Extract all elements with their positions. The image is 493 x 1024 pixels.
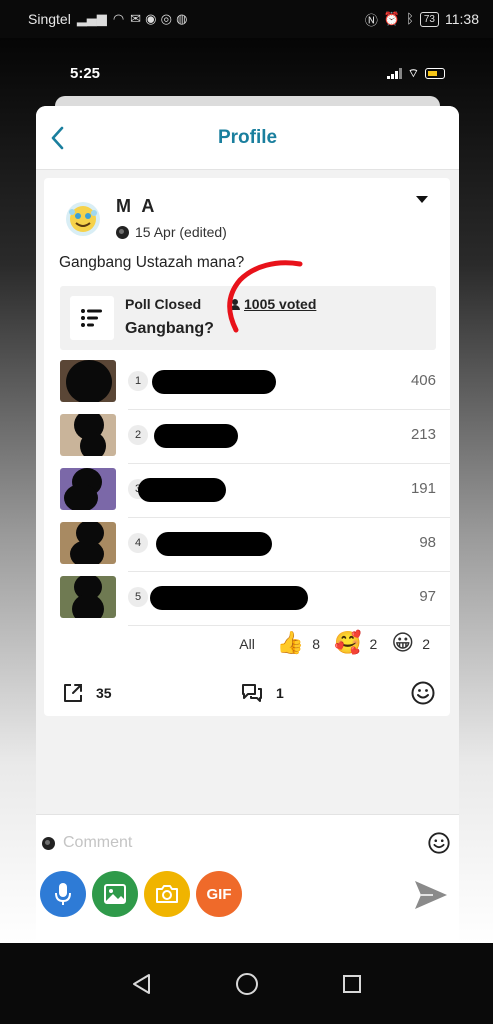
option-thumbnail xyxy=(60,576,116,618)
poll-option-1[interactable]: 1 406 xyxy=(44,356,450,410)
poll-option-4[interactable]: 4 98 xyxy=(44,518,450,572)
option-label-redacted xyxy=(150,586,308,610)
back-button[interactable] xyxy=(42,120,72,156)
nfc-icon: Ⓝ xyxy=(364,13,378,29)
android-status-bar: Singtel ▂▄▆ ◠ ✉ ◉ ◎ ◍ Ⓝ ⏰ ᛒ 73 11:38 xyxy=(0,0,493,38)
option-vote-count: 97 xyxy=(419,588,436,605)
option-label-redacted xyxy=(154,424,238,448)
grin-face-icon: 😀 xyxy=(391,631,415,656)
comment-input[interactable] xyxy=(63,834,427,852)
poll-status: Poll Closed xyxy=(125,296,202,312)
nav-back-icon[interactable] xyxy=(131,973,153,995)
option-thumbnail xyxy=(60,522,116,564)
smiley-icon xyxy=(411,681,435,705)
visibility-globe-icon[interactable] xyxy=(42,836,55,850)
ios-signal-icon xyxy=(386,67,402,79)
author-name[interactable]: M A xyxy=(116,196,157,217)
reactions-bar[interactable]: All 👍 8 🥰 2 😀 2 xyxy=(239,633,436,655)
post-meta: 15 Apr (edited) xyxy=(116,224,227,240)
alarm-icon: ⏰ xyxy=(383,11,401,27)
wifi-icon: ◠ xyxy=(112,11,125,27)
post-header: M A 15 Apr (edited) xyxy=(44,178,450,248)
nav-home-icon[interactable] xyxy=(235,972,259,996)
camera-button[interactable] xyxy=(144,871,190,917)
gif-button[interactable]: GIF xyxy=(196,871,242,917)
notification-icons: ✉ ◉ ◎ ◍ xyxy=(130,11,188,27)
microphone-icon xyxy=(55,883,71,905)
send-icon xyxy=(415,881,447,909)
bluetooth-icon: ᛒ xyxy=(406,11,414,27)
reaction-count: 2 xyxy=(422,636,430,652)
chevron-left-icon xyxy=(51,126,64,150)
voice-button[interactable] xyxy=(40,871,86,917)
share-button[interactable]: 35 xyxy=(62,682,112,704)
option-number: 1 xyxy=(128,371,148,391)
option-thumbnail xyxy=(60,414,116,456)
post-menu-caret-icon[interactable] xyxy=(416,196,428,203)
option-thumbnail xyxy=(60,360,116,402)
post-card: M A 15 Apr (edited) Gangbang Ustazah man… xyxy=(44,178,450,716)
option-number: 4 xyxy=(128,533,148,553)
option-number: 2 xyxy=(128,425,148,445)
poll-option-3[interactable]: 3 191 xyxy=(44,464,450,518)
reactions-all-link[interactable]: All xyxy=(239,636,255,652)
carrier-label: Singtel xyxy=(28,11,71,27)
comments-icon xyxy=(242,684,262,702)
camera-icon xyxy=(156,885,178,903)
page-title: Profile xyxy=(217,126,278,148)
poll-question: Gangbang? xyxy=(125,320,214,337)
post-date: 15 Apr (edited) xyxy=(135,224,227,240)
emoji-picker-icon[interactable] xyxy=(427,831,451,855)
ios-wifi-icon: ⌔ xyxy=(407,65,419,80)
share-icon xyxy=(64,684,82,702)
globe-icon xyxy=(116,225,129,239)
comment-composer: GIF xyxy=(36,814,459,942)
option-label-redacted xyxy=(152,370,276,394)
reaction-count: 8 xyxy=(312,636,321,652)
nav-bar: Profile xyxy=(36,106,459,170)
option-thumbnail xyxy=(60,468,116,510)
comment-count: 1 xyxy=(276,685,284,701)
share-count: 35 xyxy=(96,685,112,701)
ios-clock-label: 5:25 xyxy=(70,64,101,82)
option-label-redacted xyxy=(138,478,226,502)
clock-label: 11:38 xyxy=(445,11,479,27)
poll-list-icon xyxy=(70,296,114,340)
red-annotation-stroke xyxy=(227,260,303,333)
poll-option-2[interactable]: 2 213 xyxy=(44,410,450,464)
send-button[interactable] xyxy=(413,879,449,916)
reaction-count: 2 xyxy=(369,636,378,652)
post-actions: 35 1 xyxy=(44,676,450,716)
image-icon xyxy=(104,884,126,904)
divider xyxy=(128,625,450,626)
comment-row xyxy=(42,829,451,857)
ios-battery-icon xyxy=(425,67,445,79)
option-number: 5 xyxy=(128,587,148,607)
comment-button[interactable]: 1 xyxy=(240,682,284,704)
android-nav-bar xyxy=(0,943,493,1024)
gif-label: GIF xyxy=(206,885,232,903)
battery-indicator: 73 xyxy=(419,11,439,27)
ios-status-bar: 5:25 ⌔ xyxy=(70,60,445,86)
thumbs-up-icon: 👍 xyxy=(276,631,305,656)
option-vote-count: 213 xyxy=(410,426,436,443)
option-vote-count: 191 xyxy=(410,480,436,497)
image-button[interactable] xyxy=(92,871,138,917)
media-buttons: GIF xyxy=(40,871,242,917)
nav-recents-icon[interactable] xyxy=(342,974,362,994)
signal-icon: ▂▄▆ xyxy=(76,11,107,27)
option-vote-count: 98 xyxy=(419,534,436,551)
option-label-redacted xyxy=(156,532,272,556)
add-reaction-button[interactable] xyxy=(410,680,436,711)
avatar-face-icon xyxy=(69,206,97,232)
option-vote-count: 406 xyxy=(410,372,436,389)
avatar[interactable] xyxy=(66,202,100,236)
poll-option-5[interactable]: 5 97 xyxy=(44,572,450,626)
app-window: Profile M A 15 Apr (edited) Gangbang Ust… xyxy=(36,106,459,942)
hearts-face-icon: 🥰 xyxy=(334,631,362,656)
